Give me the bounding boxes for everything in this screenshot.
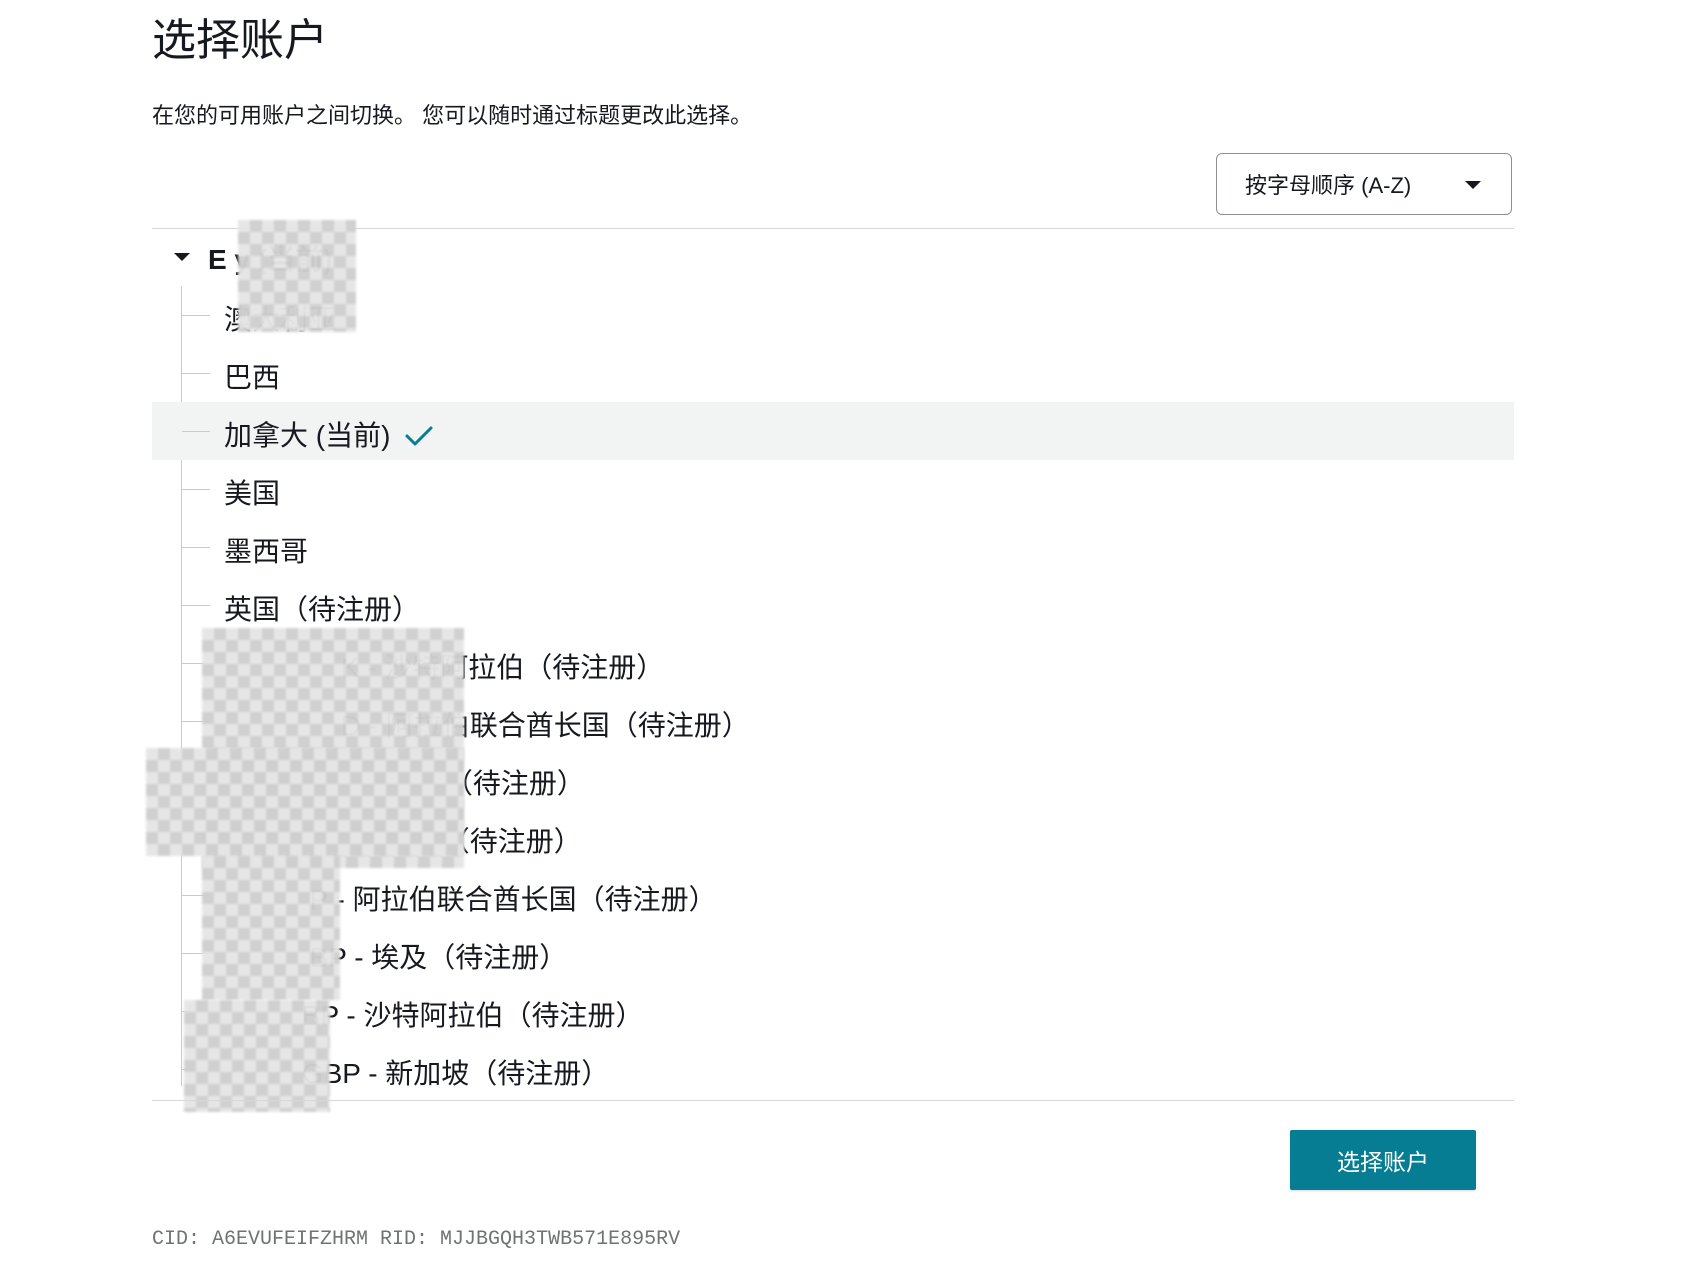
redaction-overlay xyxy=(146,748,464,856)
caret-down-icon xyxy=(1465,181,1481,189)
sort-order-dropdown[interactable]: 按字母顺序 (A-Z) xyxy=(1216,153,1512,215)
marketplace-label: 墨西哥 xyxy=(224,536,309,567)
checkmark-icon xyxy=(405,426,433,446)
marketplace-label: 巴西 xyxy=(224,362,281,393)
list-bottom-divider xyxy=(152,1100,1514,1101)
redaction-overlay xyxy=(184,1000,330,1112)
list-item[interactable]: BP - 埃及（待注册） xyxy=(152,924,1514,982)
list-item[interactable]: 澳大利亚 xyxy=(152,286,1514,344)
footer-ids: CID: A6EVUFEIFZHRM RID: MJJBGQH3TWB571E8… xyxy=(152,1228,681,1251)
list-item[interactable]: 墨西哥 xyxy=(152,518,1514,576)
marketplace-label: 加拿大 (当前) xyxy=(224,420,391,451)
caret-down-icon[interactable] xyxy=(174,253,190,261)
marketplace-label: 英国（待注册） xyxy=(224,594,421,625)
list-item-selected[interactable]: 加拿大 (当前) xyxy=(152,402,1514,460)
list-item[interactable]: P - 阿拉伯联合酋长国（待注册） xyxy=(152,866,1514,924)
marketplace-label-wrapper: 加拿大 (当前) xyxy=(224,414,434,454)
list-item[interactable]: GBP - 新加坡（待注册） xyxy=(152,1040,1514,1098)
tree-branch-line xyxy=(182,431,210,432)
list-item[interactable]: 美国 xyxy=(152,460,1514,518)
account-switcher-page: 选择账户 在您的可用账户之间切换。 您可以随时通过标题更改此选择。 按字母顺序 … xyxy=(0,0,1690,1278)
tree-branch-line xyxy=(182,605,210,606)
sort-order-value: 按字母顺序 (A-Z) xyxy=(1245,173,1412,198)
tree-branch-line xyxy=(182,489,210,490)
tree-branch-line xyxy=(182,373,210,374)
redaction-overlay xyxy=(202,856,340,1000)
list-item[interactable]: 巴西 xyxy=(152,344,1514,402)
list-item[interactable]: BP - 沙特阿拉伯（待注册） xyxy=(152,982,1514,1040)
list-item[interactable]: 英国（待注册） xyxy=(152,576,1514,634)
redaction-overlay xyxy=(238,220,356,332)
tree-branch-line xyxy=(182,547,210,548)
tree-branch-line xyxy=(182,315,210,316)
select-account-button[interactable]: 选择账户 xyxy=(1290,1130,1476,1190)
page-subtitle: 在您的可用账户之间切换。 您可以随时通过标题更改此选择。 xyxy=(152,103,753,128)
marketplace-label: 美国 xyxy=(224,478,281,509)
page-title: 选择账户 xyxy=(152,16,328,65)
